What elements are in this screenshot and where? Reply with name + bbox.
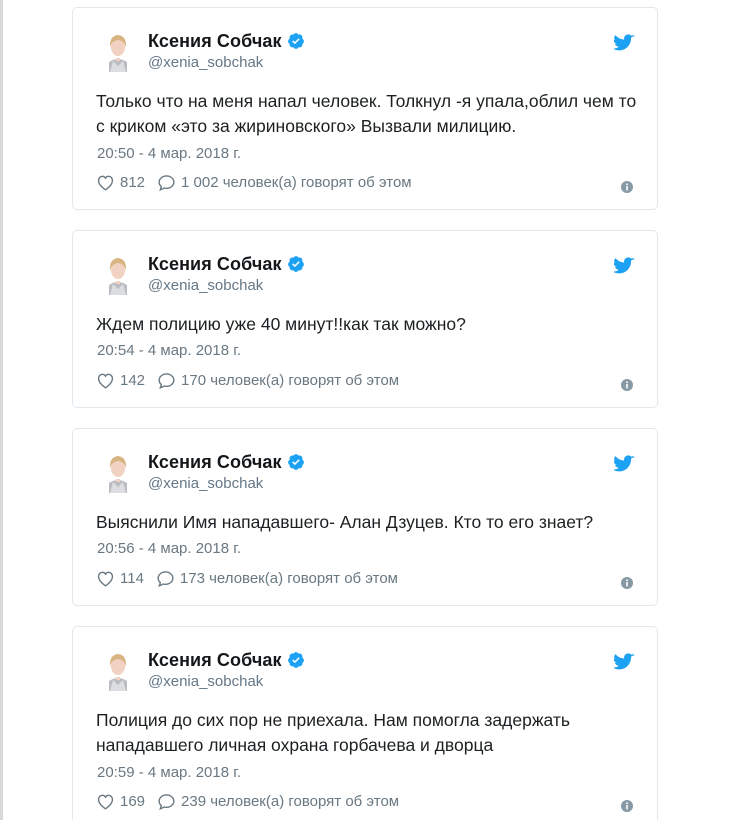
heart-icon: [97, 571, 114, 587]
speech-bubble-icon: [157, 571, 174, 587]
verified-badge-icon: [287, 33, 304, 49]
like-action[interactable]: 142: [96, 372, 157, 389]
reply-count-text: 1 002 человек(а) говорят об этом: [181, 174, 412, 191]
author-name[interactable]: Ксения Собчак: [148, 254, 282, 275]
tweet-card[interactable]: Ксения Собчак @xenia_sobchak Ждем полици…: [72, 230, 658, 408]
twitter-bird-icon[interactable]: [614, 653, 635, 671]
avatar[interactable]: [100, 647, 136, 691]
like-count: 142: [120, 372, 146, 389]
like-action[interactable]: 812: [96, 174, 157, 191]
tweet-text: Выяснили Имя нападавшего- Алан Дзуцев. К…: [96, 512, 594, 532]
tweet-timestamp[interactable]: 20:59 - 4 мар. 2018 г.: [97, 764, 241, 781]
author-name[interactable]: Ксения Собчак: [148, 31, 282, 52]
like-action[interactable]: 114: [96, 570, 156, 587]
author-row: Ксения Собчак: [148, 451, 305, 473]
author-handle[interactable]: @xenia_sobchak: [148, 475, 263, 492]
twitter-bird-icon[interactable]: [614, 455, 635, 473]
reply-count-text: 173 человек(а) говорят об этом: [179, 570, 398, 587]
like-count: 812: [120, 174, 146, 191]
reply-action[interactable]: 173 человек(а) говорят об этом: [156, 570, 398, 587]
twitter-bird-icon[interactable]: [614, 257, 635, 275]
verified-badge-icon: [287, 256, 304, 272]
avatar[interactable]: [100, 251, 136, 295]
reply-count-text: 170 человек(а) говорят об этом: [181, 372, 400, 389]
tweet-timestamp[interactable]: 20:54 - 4 мар. 2018 г.: [97, 342, 241, 359]
info-icon[interactable]: [621, 800, 633, 812]
page: Ксения Собчак @xenia_sobchak Только что …: [0, 0, 732, 820]
speech-bubble-icon: [158, 175, 175, 191]
left-divider: [0, 0, 3, 820]
verified-badge-icon: [287, 652, 304, 668]
tweet-timestamp[interactable]: 20:50 - 4 мар. 2018 г.: [97, 145, 241, 162]
speech-bubble-icon: [158, 794, 175, 810]
info-icon[interactable]: [621, 577, 633, 589]
info-icon[interactable]: [621, 379, 633, 391]
author-row: Ксения Собчак: [148, 649, 305, 671]
tweet-actions: 142 170 человек(а) говорят об этом: [96, 372, 399, 389]
heart-icon: [97, 794, 114, 810]
tweet-card[interactable]: Ксения Собчак @xenia_sobchak Полиция до …: [72, 626, 658, 820]
reply-action[interactable]: 170 человек(а) говорят об этом: [157, 372, 399, 389]
speech-bubble-icon: [158, 373, 175, 389]
twitter-bird-icon[interactable]: [614, 34, 635, 52]
tweet-text: Только что на меня напал человек. Толкну…: [96, 91, 637, 136]
avatar[interactable]: [100, 28, 136, 72]
author-handle[interactable]: @xenia_sobchak: [148, 673, 263, 690]
tweet-card[interactable]: Ксения Собчак @xenia_sobchak Выяснили Им…: [72, 428, 658, 606]
author-row: Ксения Собчак: [148, 30, 305, 52]
info-icon[interactable]: [621, 181, 633, 193]
avatar[interactable]: [100, 449, 136, 493]
tweet-actions: 169 239 человек(а) говорят об этом: [96, 793, 399, 810]
like-count: 169: [120, 793, 146, 810]
reply-action[interactable]: 239 человек(а) говорят об этом: [157, 793, 399, 810]
tweet-timestamp[interactable]: 20:56 - 4 мар. 2018 г.: [97, 540, 241, 557]
like-count: 114: [120, 570, 144, 587]
heart-icon: [97, 373, 114, 389]
tweet-text: Полиция до сих пор не приехала. Нам помо…: [96, 710, 571, 755]
author-handle[interactable]: @xenia_sobchak: [148, 54, 263, 71]
reply-count-text: 239 человек(а) говорят об этом: [181, 793, 400, 810]
like-action[interactable]: 169: [96, 793, 157, 810]
author-row: Ксения Собчак: [148, 253, 305, 275]
author-name[interactable]: Ксения Собчак: [148, 452, 282, 473]
author-handle[interactable]: @xenia_sobchak: [148, 277, 263, 294]
tweet-actions: 114 173 человек(а) говорят об этом: [96, 570, 398, 587]
author-name[interactable]: Ксения Собчак: [148, 650, 282, 671]
tweet-card[interactable]: Ксения Собчак @xenia_sobchak Только что …: [72, 7, 658, 210]
verified-badge-icon: [287, 454, 304, 470]
tweet-text: Ждем полицию уже 40 минут!!как так можно…: [96, 314, 466, 334]
tweet-actions: 812 1 002 человек(а) говорят об этом: [96, 174, 412, 191]
heart-icon: [97, 175, 114, 191]
reply-action[interactable]: 1 002 человек(а) говорят об этом: [157, 174, 412, 191]
